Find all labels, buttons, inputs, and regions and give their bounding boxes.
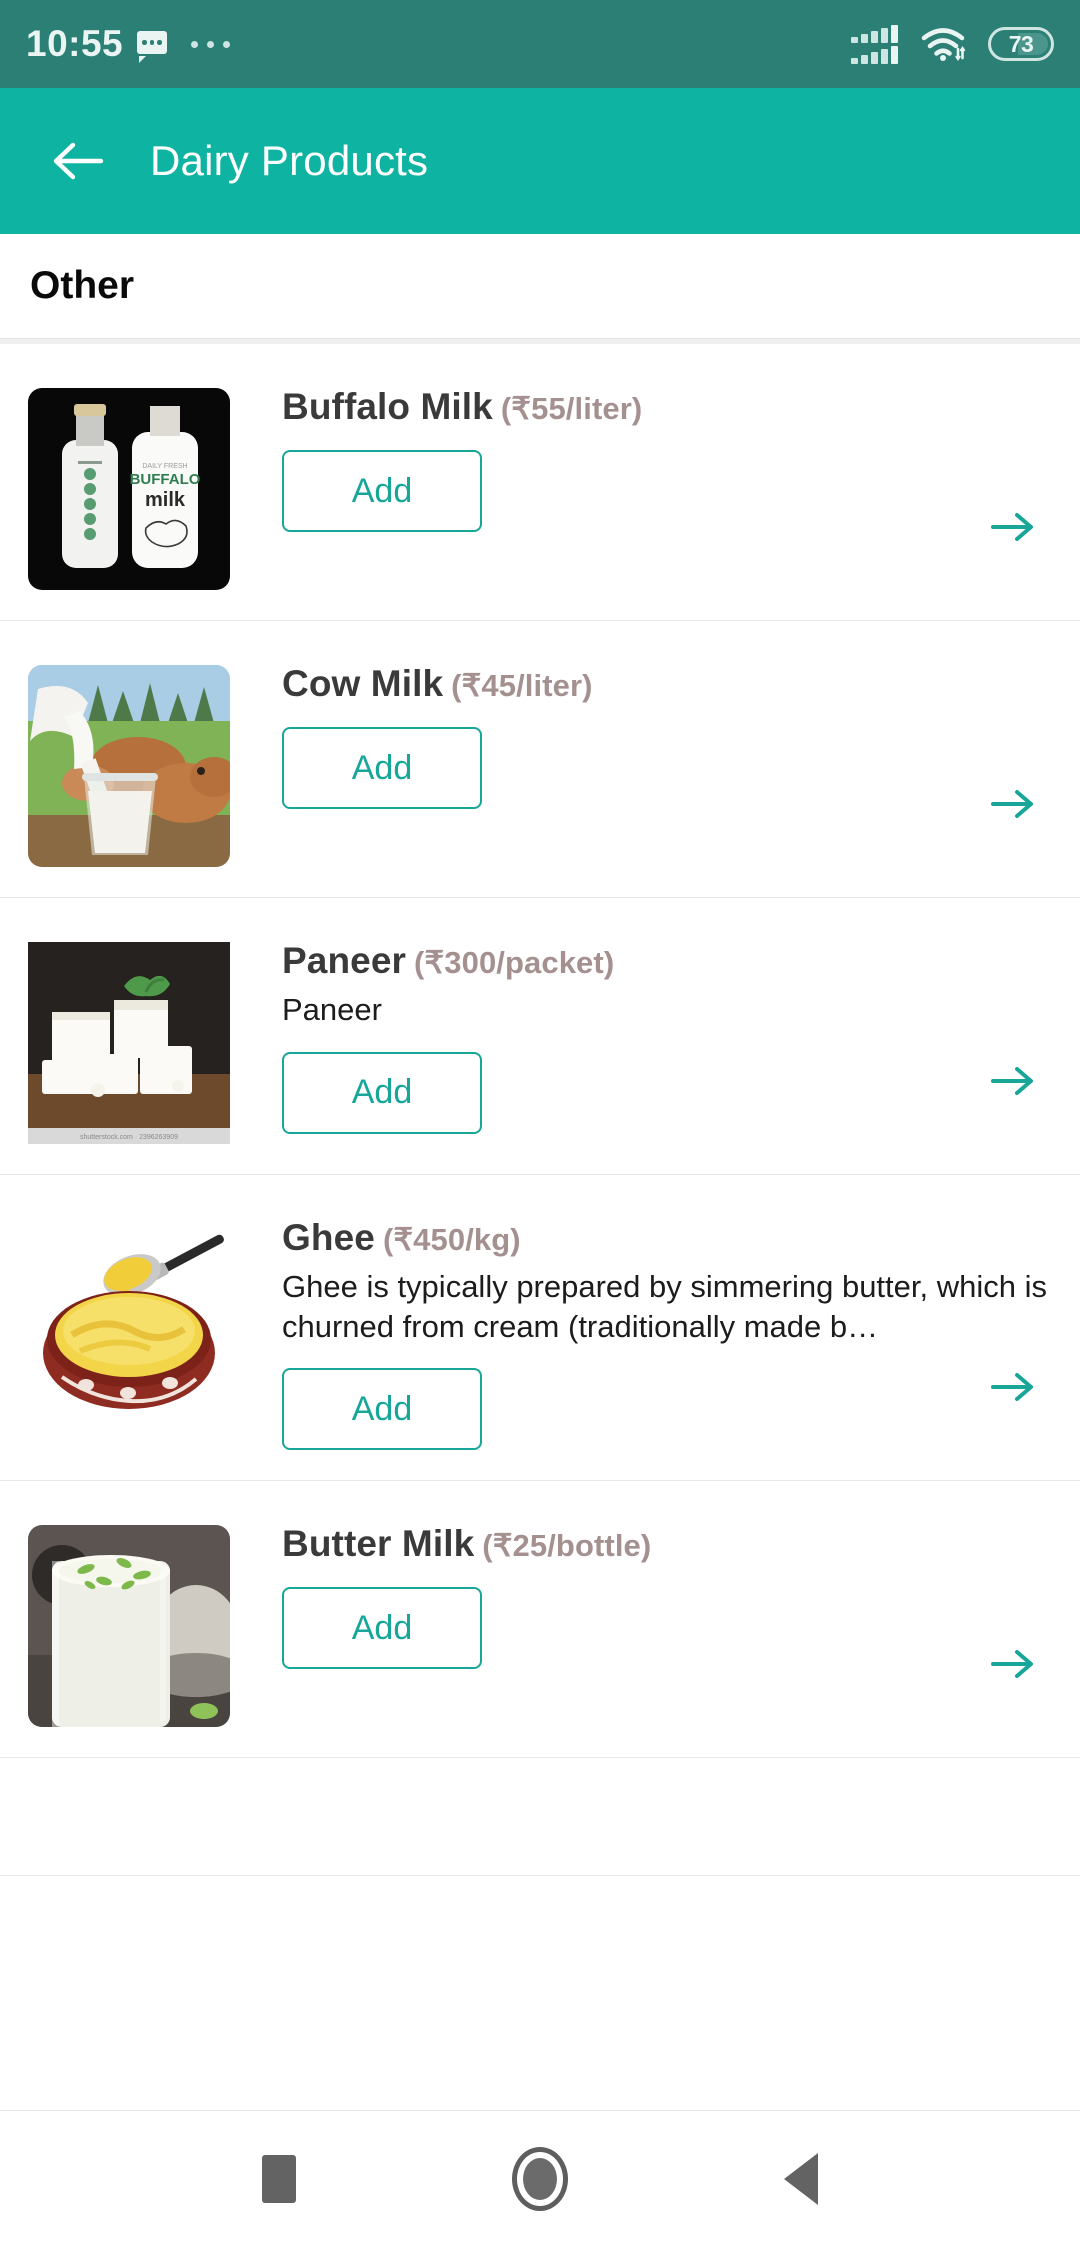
product-name: Buffalo Milk <box>282 386 493 427</box>
product-price: (₹450/kg) <box>382 1222 521 1257</box>
add-button[interactable]: Add <box>282 1051 482 1134</box>
buffalo-milk-thumbnail: BUFFALO milk DAILY FRESH <box>28 388 230 590</box>
app-screen: 10:55 73 Dairy Products Other BUFFALO mi… <box>0 0 1080 2246</box>
product-title-line: Ghee (₹450/kg) <box>282 1217 1056 1259</box>
svg-text:BUFFALO: BUFFALO <box>130 471 201 488</box>
svg-text:shutterstock.com · 2396263909: shutterstock.com · 2396263909 <box>80 1134 178 1141</box>
product-title-line: Cow Milk (₹45/liter) <box>282 663 1056 705</box>
status-bar: 10:55 73 <box>0 0 1080 88</box>
product-info: Cow Milk (₹45/liter) Add <box>230 657 1056 809</box>
product-price: (₹55/liter) <box>500 391 643 426</box>
dual-signal-bars-icon <box>851 24 898 64</box>
product-description: Paneer <box>282 992 382 1027</box>
product-row[interactable]: BUFFALO milk DAILY FRESH Buffalo Milk (₹5… <box>0 344 1080 621</box>
product-price: (₹45/liter) <box>451 668 593 703</box>
arrow-right-icon[interactable] <box>990 1062 1036 1100</box>
product-name: Butter Milk <box>282 1523 475 1565</box>
product-row[interactable]: Cow Milk (₹45/liter) Add <box>0 621 1080 898</box>
product-info: Butter Milk (₹25/bottle) Add <box>230 1517 1056 1670</box>
back-triangle-icon[interactable] <box>784 2152 818 2205</box>
svg-text:milk: milk <box>145 489 186 511</box>
product-price: (₹300/packet) <box>414 945 615 980</box>
product-title-line: Butter Milk (₹25/bottle) <box>282 1523 1056 1565</box>
list-bottom-spacer <box>0 1758 1080 1877</box>
section-header: Other <box>0 234 1080 338</box>
add-button[interactable]: Add <box>282 1368 482 1451</box>
svg-text:DAILY FRESH: DAILY FRESH <box>142 463 187 470</box>
product-description: Ghee is typically prepared by simmering … <box>282 1269 1047 1344</box>
paneer-thumbnail: shutterstock.com · 2396263909 <box>28 942 230 1144</box>
back-arrow-icon[interactable] <box>52 141 104 181</box>
wifi-icon <box>920 26 966 62</box>
product-name: Cow Milk <box>282 663 444 704</box>
product-title-line: Paneer (₹300/packet) <box>282 940 1056 982</box>
product-info: Paneer (₹300/packet) Paneer Add <box>230 934 1056 1134</box>
home-circle-icon[interactable] <box>512 2146 568 2211</box>
product-name: Paneer <box>282 940 407 981</box>
cow-milk-thumbnail <box>28 665 230 867</box>
system-navigation-bar <box>0 2110 1080 2246</box>
butter-milk-thumbnail <box>28 1525 230 1728</box>
arrow-right-icon[interactable] <box>990 508 1036 546</box>
product-name: Ghee <box>282 1217 375 1258</box>
message-bubble-icon <box>137 31 168 63</box>
app-bar: Dairy Products <box>0 88 1080 234</box>
product-row[interactable]: Ghee (₹450/kg) Ghee is typically prepared… <box>0 1175 1080 1482</box>
status-time: 10:55 <box>26 23 124 64</box>
product-title-line: Buffalo Milk (₹55/liter) <box>282 386 1056 428</box>
product-info: Buffalo Milk (₹55/liter) Add <box>230 380 1056 532</box>
section-header-label: Other <box>30 264 135 307</box>
battery-level: 73 <box>1008 30 1034 57</box>
product-price: (₹25/bottle) <box>482 1528 652 1564</box>
ghee-thumbnail <box>28 1219 230 1421</box>
add-button[interactable]: Add <box>282 1587 482 1670</box>
arrow-right-icon[interactable] <box>990 785 1036 823</box>
page-title: Dairy Products <box>150 137 429 184</box>
status-bar-right: 73 <box>851 24 1054 64</box>
product-row[interactable]: shutterstock.com · 2396263909 Paneer (₹30… <box>0 898 1080 1175</box>
product-list: BUFFALO milk DAILY FRESH Buffalo Milk (₹5… <box>0 344 1080 2110</box>
battery-indicator: 73 <box>988 27 1054 61</box>
status-bar-left: 10:55 <box>26 23 231 65</box>
recents-square-icon[interactable] <box>262 2154 296 2203</box>
add-button[interactable]: Add <box>282 727 482 809</box>
product-row[interactable]: Butter Milk (₹25/bottle) Add <box>0 1481 1080 1759</box>
product-info: Ghee (₹450/kg) Ghee is typically prepared… <box>230 1211 1056 1451</box>
arrow-right-icon[interactable] <box>990 1645 1036 1683</box>
more-dots-icon <box>191 40 231 48</box>
add-button[interactable]: Add <box>282 450 482 532</box>
arrow-right-icon[interactable] <box>990 1368 1036 1406</box>
